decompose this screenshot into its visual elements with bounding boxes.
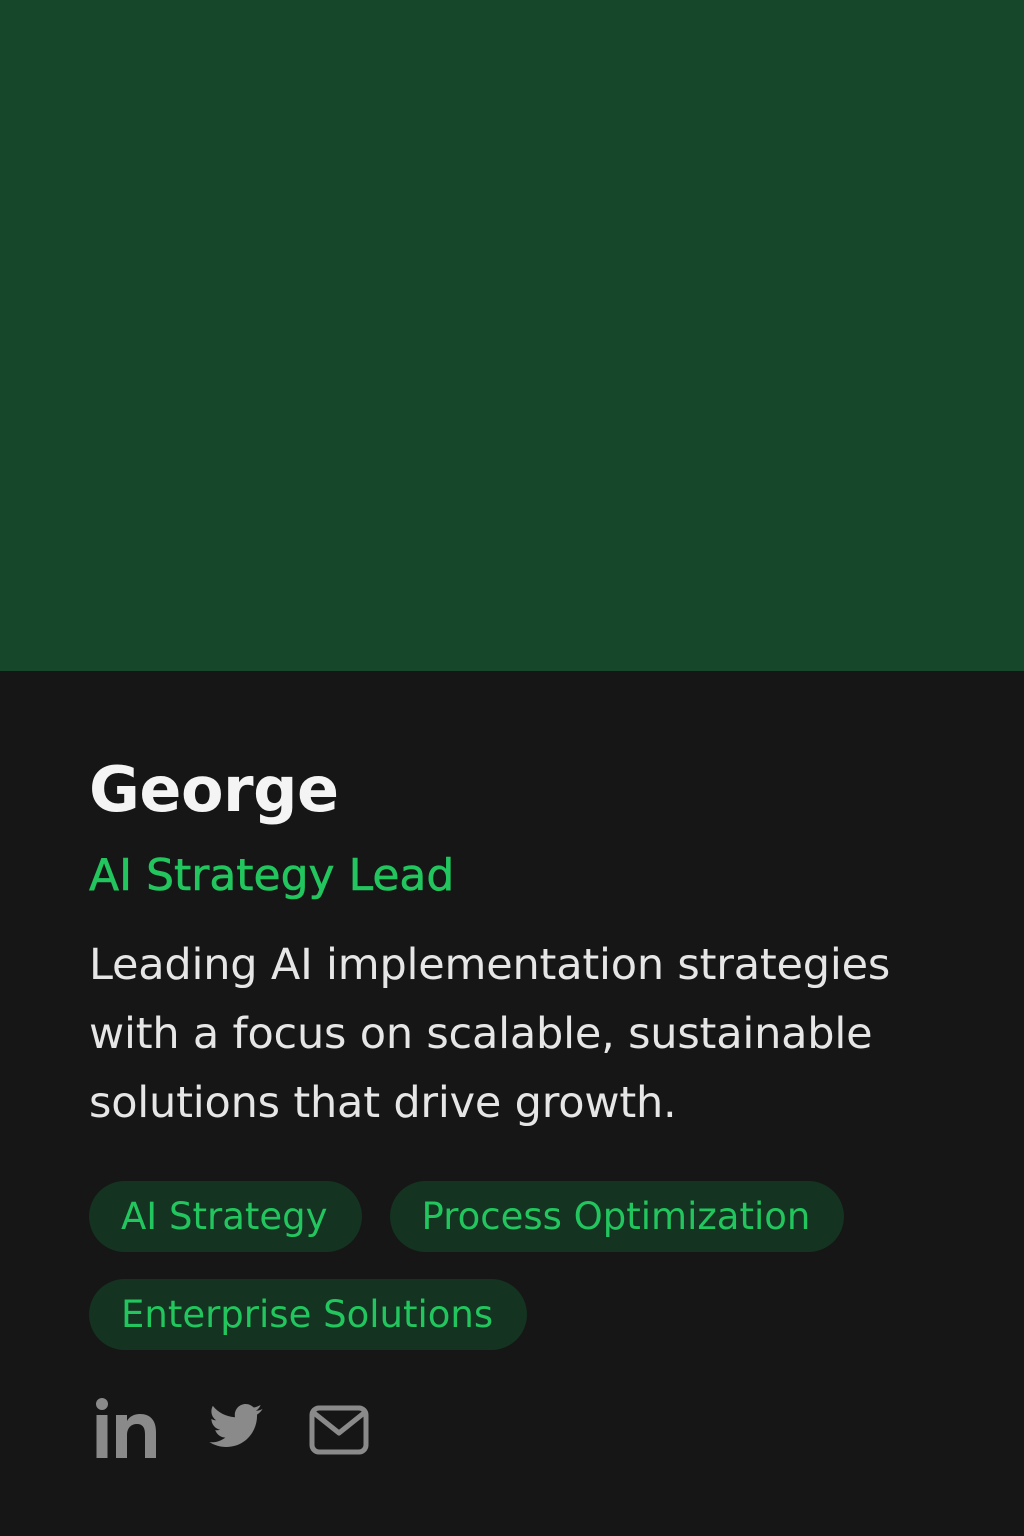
card-content: George AI Strategy Lead Leading AI imple…	[89, 748, 969, 1462]
team-member-card: George AI Strategy Lead Leading AI imple…	[0, 0, 1024, 1536]
member-role: AI Strategy Lead	[89, 850, 455, 902]
expertise-tags: AI Strategy Process Optimization Enterpr…	[89, 1181, 969, 1350]
linkedin-icon	[96, 1398, 156, 1458]
tag-process-optimization: Process Optimization	[389, 1181, 845, 1252]
member-name: George	[89, 753, 339, 826]
linkedin-link[interactable]	[89, 1398, 159, 1462]
social-links	[89, 1398, 969, 1462]
profile-image-placeholder	[0, 0, 1024, 671]
twitter-link[interactable]	[159, 1404, 265, 1456]
member-bio: Leading AI implementation strategies wit…	[89, 940, 891, 1128]
tag-enterprise-solutions: Enterprise Solutions	[89, 1279, 528, 1350]
mail-icon	[309, 1405, 369, 1455]
tag-ai-strategy: AI Strategy	[89, 1181, 362, 1252]
twitter-icon	[209, 1404, 263, 1448]
email-link[interactable]	[265, 1405, 369, 1455]
